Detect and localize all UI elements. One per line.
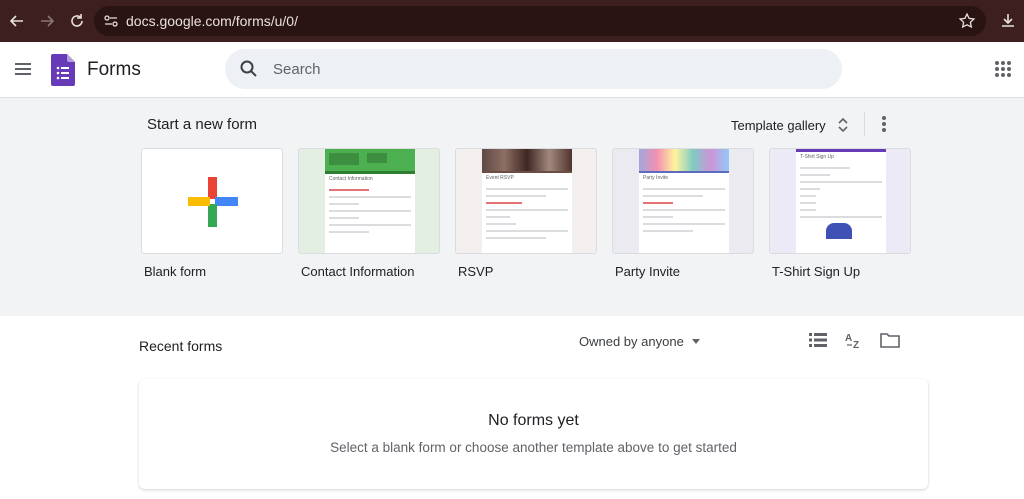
template-card-tshirt[interactable]: T-Shirt Sign Up [769, 148, 911, 254]
thumbnail-title: T-Shirt Sign Up [800, 154, 834, 160]
template-gallery-button[interactable]: Template gallery [731, 114, 850, 136]
section-title: Start a new form [147, 116, 258, 133]
template-gallery-label: Template gallery [731, 117, 826, 133]
template-label-tshirt: T-Shirt Sign Up [772, 264, 861, 279]
url-text: docs.google.com/forms/u/0/ [126, 13, 298, 29]
toolbar-divider [864, 112, 865, 136]
forms-logo-icon[interactable] [51, 54, 75, 86]
address-bar[interactable]: docs.google.com/forms/u/0/ [94, 6, 986, 36]
owner-filter-dropdown[interactable]: Owned by anyone [579, 334, 700, 349]
search-input[interactable] [273, 49, 813, 89]
back-button[interactable] [4, 8, 30, 34]
thumbnail-title: Contact Information [329, 176, 373, 182]
template-label-rsvp: RSVP [458, 264, 494, 279]
search-bar[interactable] [225, 49, 842, 89]
sort-az-icon[interactable]: A Z [845, 331, 863, 349]
more-options-icon[interactable] [876, 114, 892, 134]
reload-icon [71, 14, 83, 27]
empty-state-title: No forms yet [488, 412, 579, 429]
template-thumbnail: Event RSVP [482, 149, 572, 253]
site-settings-icon[interactable] [100, 10, 122, 32]
tshirt-image [826, 223, 852, 239]
svg-text:A: A [845, 333, 852, 344]
owner-filter-label: Owned by anyone [579, 334, 684, 349]
template-thumbnail: Contact Information [325, 149, 415, 253]
template-card-blank[interactable] [141, 148, 283, 254]
thumbnail-title: Event RSVP [486, 175, 514, 181]
google-apps-icon[interactable] [994, 60, 1012, 78]
bookmark-star-icon[interactable] [958, 12, 976, 30]
template-section: Start a new form Template gallery Blank … [0, 98, 1024, 316]
browser-toolbar: docs.google.com/forms/u/0/ [0, 0, 1024, 42]
template-thumbnail: T-Shirt Sign Up [796, 149, 886, 253]
app-header: Forms [0, 42, 1024, 98]
unfold-icon [838, 117, 848, 133]
plus-icon [188, 177, 238, 227]
download-icon[interactable] [998, 11, 1018, 31]
search-icon[interactable] [239, 59, 259, 79]
template-label-blank: Blank form [144, 264, 207, 279]
template-card-rsvp[interactable]: Event RSVP [455, 148, 597, 254]
reload-button[interactable] [64, 8, 90, 34]
thumbnail-header [325, 149, 415, 171]
main-menu-icon[interactable] [12, 58, 34, 80]
template-card-contact[interactable]: Contact Information [298, 148, 440, 254]
recent-forms-title: Recent forms [139, 338, 223, 354]
template-label-contact: Contact Information [301, 264, 415, 279]
forward-button[interactable] [34, 8, 60, 34]
list-view-icon[interactable] [809, 332, 827, 348]
template-label-party: Party Invite [615, 264, 681, 279]
thumbnail-title: Party Invite [643, 175, 669, 181]
app-title: Forms [87, 59, 141, 80]
template-thumbnail: Party Invite [639, 149, 729, 253]
template-card-party[interactable]: Party Invite [612, 148, 754, 254]
empty-state-card: No forms yet Select a blank form or choo… [139, 379, 928, 489]
empty-state-subtitle: Select a blank form or choose another te… [330, 440, 737, 455]
thumbnail-photo [639, 149, 729, 171]
arrow-right-icon [41, 15, 55, 27]
arrow-left-icon [9, 15, 23, 27]
svg-text:Z: Z [853, 340, 859, 349]
caret-down-icon [691, 339, 700, 344]
folder-icon[interactable] [880, 332, 900, 348]
thumbnail-photo [482, 149, 572, 171]
